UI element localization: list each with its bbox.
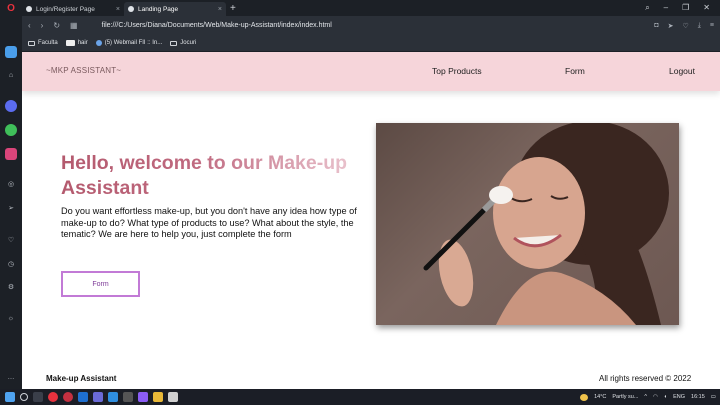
volume-icon[interactable]: ◖ [664, 394, 667, 400]
start-icon[interactable] [5, 392, 15, 402]
bookmark-faculta[interactable]: Faculta [28, 40, 58, 46]
bookmark-webmail[interactable]: (5) Webmail FII :: In... [95, 40, 163, 46]
nav-top-products[interactable]: Top Products [432, 66, 482, 76]
notifications-icon[interactable]: ▭ [711, 394, 716, 400]
settings-icon[interactable]: ⚙ [5, 281, 17, 293]
browser-tab-bar: O Login/Register Page × Landing Page × +… [0, 0, 720, 16]
opera-taskbar-icon[interactable] [48, 392, 58, 402]
system-tray: 14°C Partly su... ^ ◠ ◖ ENG 16:15 ▭ [580, 389, 716, 405]
instagram-icon[interactable] [5, 148, 17, 160]
nav-form[interactable]: Form [565, 66, 585, 76]
brand-logo[interactable]: ~MKP ASSISTANT~ [46, 66, 121, 75]
opera-gx-icon[interactable] [63, 392, 73, 402]
player-icon[interactable]: ◎ [5, 178, 17, 190]
heart-icon[interactable]: ♡ [683, 22, 689, 30]
app-icon[interactable] [93, 392, 103, 402]
close-tab-icon[interactable]: × [116, 6, 120, 13]
app-icon[interactable] [138, 392, 148, 402]
opera-sidebar: ⌂ ◎ ➢ ♡ ◷ ⚙ ☼ … [0, 16, 22, 389]
network-icon[interactable]: ◠ [653, 394, 658, 400]
globe-icon [95, 40, 102, 46]
tray-chevron-icon[interactable]: ^ [644, 394, 647, 400]
bookmark-label: hair [77, 40, 88, 46]
whatsapp-icon[interactable] [5, 124, 17, 136]
model-applying-makeup-illustration [423, 123, 669, 325]
share-icon[interactable]: ➤ [668, 22, 674, 30]
bulb-icon[interactable]: ☼ [5, 312, 17, 324]
app-icon[interactable] [168, 392, 178, 402]
weather-text[interactable]: Partly su... [612, 394, 638, 400]
menu-icon[interactable]: ≡ [710, 22, 714, 30]
tab-login-register[interactable]: Login/Register Page × [22, 2, 124, 16]
hero-headline: Hello, welcome to our Make-up Assistant [61, 151, 361, 201]
file-explorer-icon[interactable] [153, 392, 163, 402]
history-icon[interactable]: ◷ [5, 258, 17, 270]
vscode-icon[interactable] [108, 392, 118, 402]
speed-dial-icon[interactable] [5, 46, 17, 58]
top-navigation: ~MKP ASSISTANT~ Top Products Form Logout [22, 52, 720, 91]
app-icon[interactable] [123, 392, 133, 402]
nav-logout[interactable]: Logout [669, 66, 695, 76]
send-icon[interactable]: ➢ [5, 202, 17, 214]
home-icon[interactable]: ⌂ [5, 69, 17, 81]
reload-button[interactable]: ↻ [53, 21, 60, 30]
bookmark-label: Faculta [38, 40, 58, 46]
clock[interactable]: 16:15 [691, 394, 705, 400]
globe-icon [128, 6, 134, 12]
weather-icon [580, 393, 589, 401]
bookmark-jocuri[interactable]: Jocuri [170, 40, 196, 46]
messenger-icon[interactable] [5, 100, 17, 112]
app-icon[interactable] [78, 392, 88, 402]
tab-label: Landing Page [138, 5, 179, 13]
bookmarks-bar: Faculta hair (5) Webmail FII :: In... Jo… [22, 35, 720, 52]
windows-taskbar: 14°C Partly su... ^ ◠ ◖ ENG 16:15 ▭ [0, 389, 720, 405]
download-icon[interactable]: ⤓ [698, 22, 701, 30]
more-icon[interactable]: … [5, 371, 17, 383]
close-window-button[interactable]: ✕ [703, 3, 710, 13]
task-view-icon[interactable] [33, 392, 43, 402]
close-tab-icon[interactable]: × [218, 6, 222, 13]
forward-button[interactable]: › [41, 21, 44, 30]
search-icon[interactable]: ⌕ [645, 3, 649, 13]
address-bar: ‹ › ↻ ▦ file:///C:/Users/Diana/Documents… [22, 16, 720, 35]
footer-brand: Make-up Assistant [46, 374, 117, 383]
globe-icon [26, 6, 32, 12]
url-field[interactable]: file:///C:/Users/Diana/Documents/Web/Mak… [102, 22, 332, 29]
new-tab-button[interactable]: + [230, 3, 236, 14]
hero-intro: Do you want effortless make-up, but you … [61, 206, 357, 240]
image-icon [65, 40, 75, 46]
form-button[interactable]: Form [61, 271, 140, 297]
back-button[interactable]: ‹ [28, 21, 31, 30]
heart-icon[interactable]: ♡ [5, 234, 17, 246]
window-controls: ⌕ – ❐ ✕ [645, 3, 720, 13]
folder-icon [170, 40, 178, 46]
opera-logo-icon[interactable]: O [0, 0, 22, 16]
camera-icon[interactable]: ◘ [654, 22, 658, 30]
folder-icon [28, 40, 35, 46]
bookmark-hair[interactable]: hair [65, 40, 88, 46]
tab-label: Login/Register Page [36, 5, 95, 13]
bookmark-label: Jocuri [180, 40, 197, 46]
search-icon[interactable] [20, 393, 28, 401]
address-bar-actions: ◘ ➤ ♡ ⤓ ≡ [654, 22, 714, 30]
minimize-button[interactable]: – [664, 3, 668, 13]
tab-landing-page[interactable]: Landing Page × [124, 2, 226, 16]
footer-copyright: All rights reserved © 2022 [599, 374, 692, 383]
restore-button[interactable]: ❐ [682, 3, 689, 13]
bookmark-label: (5) Webmail FII :: In... [104, 40, 163, 46]
hero-image [376, 123, 679, 325]
page-viewport: ~MKP ASSISTANT~ Top Products Form Logout… [22, 52, 720, 389]
language-indicator[interactable]: ENG [673, 394, 685, 400]
weather-temp[interactable]: 14°C [594, 394, 606, 400]
tabs-overview-icon[interactable]: ▦ [70, 21, 78, 30]
